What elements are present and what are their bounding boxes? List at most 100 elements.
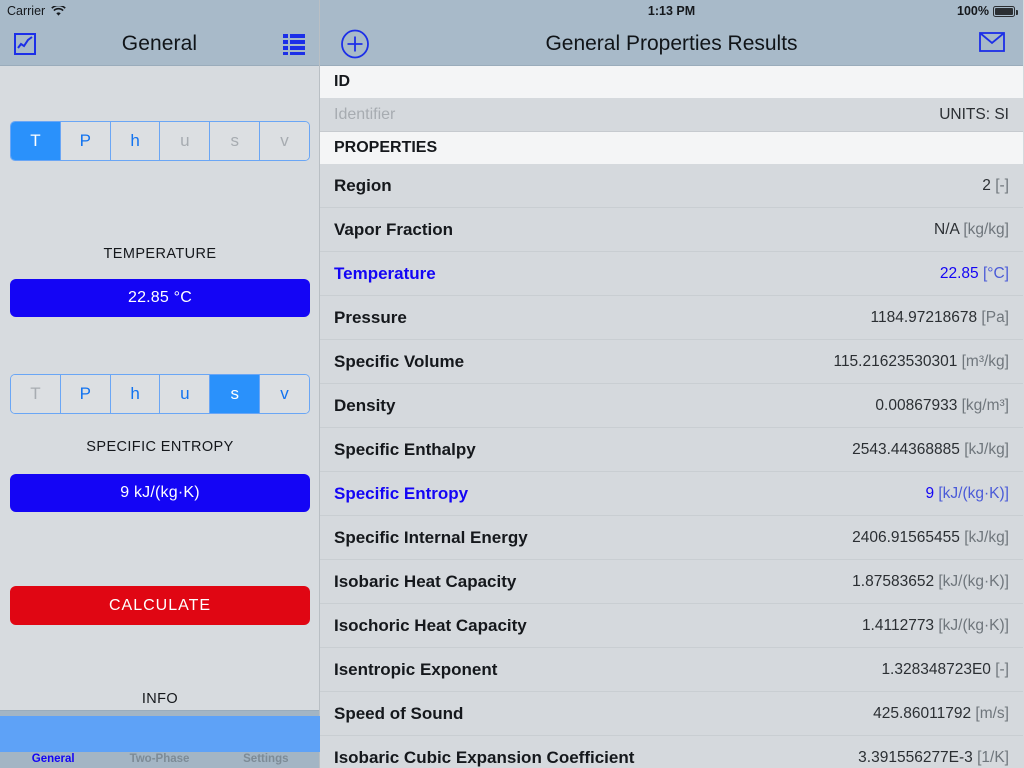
property-name: Pressure [334, 307, 407, 327]
section-header-properties: PROPERTIES [320, 132, 1023, 164]
info-label: INFO [141, 691, 179, 707]
tab-settings-label: Settings [243, 753, 289, 765]
property-unit: [-] [995, 660, 1009, 678]
property-unit: [m/s] [975, 704, 1009, 722]
app-root: Carrier General T P h u s v TEMPERATURE … [0, 0, 1024, 768]
primary-variable-caption: TEMPERATURE [103, 246, 217, 262]
table-row[interactable]: Isobaric Heat Capacity 1.87583652 [kJ/(kg… [320, 560, 1023, 604]
identifier-row[interactable]: Identifier UNITS: SI [320, 98, 1023, 132]
property-value: 2543.44368885 [kJ/kg] [852, 440, 1009, 458]
property-value: 0.00867933 [kg/m³] [875, 396, 1009, 414]
table-row[interactable]: Speed of Sound 425.86011792 [m/s] [320, 692, 1023, 736]
property-unit: [-] [995, 176, 1009, 194]
segment-option-s[interactable]: s [210, 122, 261, 160]
mail-icon[interactable] [979, 32, 1005, 57]
table-row[interactable]: Temperature 22.85 [°C] [320, 252, 1023, 296]
property-value: 1.328348723E0 [-] [881, 660, 1009, 678]
segment2-option-h[interactable]: h [110, 375, 161, 413]
property-unit: [°C] [982, 264, 1009, 282]
property-name: Speed of Sound [334, 703, 464, 723]
property-unit: [kJ/kg] [964, 440, 1009, 458]
property-value: 1.87583652 [kJ/(kg·K)] [852, 572, 1009, 590]
right-nav-title: General Properties Results [545, 31, 798, 55]
property-name: Region [334, 175, 392, 195]
table-row[interactable]: Isobaric Cubic Expansion Coefficient 3.39… [320, 736, 1023, 768]
table-row[interactable]: Specific Internal Energy 2406.91565455 [k… [320, 516, 1023, 560]
property-unit: [kJ/(kg·K)] [938, 616, 1009, 634]
segment2-option-s[interactable]: s [210, 375, 261, 413]
secondary-variable-caption: SPECIFIC ENTROPY [86, 439, 234, 455]
temperature-input[interactable]: 22.85 °C [10, 279, 310, 317]
property-unit: [kJ/kg] [964, 528, 1009, 546]
battery-full-icon [993, 5, 1018, 17]
info-banner[interactable] [0, 716, 320, 752]
segment2-option-T[interactable]: T [11, 375, 61, 413]
segment-option-u[interactable]: u [160, 122, 211, 160]
property-value: 9 [kJ/(kg·K)] [925, 484, 1009, 502]
segment-option-h[interactable]: h [110, 122, 161, 160]
property-unit: [m³/kg] [961, 352, 1009, 370]
units-label: UNITS: SI [939, 105, 1009, 123]
left-status-bar: Carrier [0, 0, 319, 22]
property-name: Isentropic Exponent [334, 659, 498, 679]
plus-circle-icon[interactable] [340, 29, 370, 64]
property-name: Vapor Fraction [334, 219, 454, 239]
property-unit: [kg/kg] [963, 220, 1009, 238]
battery-indicator: 100% [957, 0, 1018, 22]
entropy-input[interactable]: 9 kJ/(kg·K) [10, 474, 310, 512]
table-row[interactable]: Pressure 1184.97218678 [Pa] [320, 296, 1023, 340]
calculate-button[interactable]: CALCULATE [10, 586, 310, 625]
segment-option-P[interactable]: P [60, 122, 111, 160]
table-row[interactable]: Isochoric Heat Capacity 1.4112773 [kJ/(kg… [320, 604, 1023, 648]
segment-control-secondary[interactable]: T P h u s v [10, 374, 310, 414]
property-value: 22.85 [°C] [939, 264, 1009, 282]
table-row[interactable]: Vapor Fraction N/A [kg/kg] [320, 208, 1023, 252]
property-name: Specific Internal Energy [334, 527, 528, 547]
property-value: 1.4112773 [kJ/(kg·K)] [861, 616, 1009, 634]
battery-percent-label: 100% [957, 4, 989, 18]
segment2-option-v[interactable]: v [260, 375, 309, 413]
segment-option-T[interactable]: T [11, 122, 61, 160]
property-value: N/A [kg/kg] [934, 220, 1009, 238]
table-row[interactable]: Region 2 [-] [320, 164, 1023, 208]
left-panel: Carrier General T P h u s v TEMPERATURE … [0, 0, 320, 768]
wifi-icon [51, 5, 66, 17]
right-panel: 1:13 PM 100% General Properties Results [320, 0, 1023, 768]
property-value: 2 [-] [982, 176, 1009, 194]
property-name: Isobaric Cubic Expansion Coefficient [334, 747, 635, 767]
chart-icon[interactable] [10, 29, 40, 59]
property-name: Specific Enthalpy [334, 439, 476, 459]
property-name: Isochoric Heat Capacity [334, 615, 527, 635]
segment-control-primary[interactable]: T P h u s v [10, 121, 310, 161]
property-name: Temperature [334, 263, 436, 283]
left-nav-title: General [121, 31, 198, 55]
property-unit: [1/K] [977, 748, 1009, 766]
left-nav-bar: General [0, 22, 319, 66]
property-name: Density [334, 395, 396, 415]
clock-label: 1:13 PM [647, 4, 696, 18]
segment2-option-P[interactable]: P [60, 375, 111, 413]
table-row[interactable]: Density 0.00867933 [kg/m³] [320, 384, 1023, 428]
table-row[interactable]: Specific Enthalpy 2543.44368885 [kJ/kg] [320, 428, 1023, 472]
property-value: 3.391556277E-3 [1/K] [858, 748, 1009, 766]
properties-table: ID Identifier UNITS: SI PROPERTIES Regio… [320, 66, 1023, 768]
property-name: Specific Entropy [334, 483, 469, 503]
table-row[interactable]: Isentropic Exponent 1.328348723E0 [-] [320, 648, 1023, 692]
segment2-option-u[interactable]: u [160, 375, 211, 413]
list-icon[interactable] [279, 29, 309, 59]
property-name: Specific Volume [334, 351, 465, 371]
carrier-label: Carrier [7, 4, 46, 18]
tab-two-phase-label: Two-Phase [129, 753, 190, 765]
property-value: 425.86011792 [m/s] [873, 704, 1009, 722]
right-status-bar: 1:13 PM 100% [320, 0, 1023, 22]
section-header-id: ID [320, 66, 1023, 98]
property-unit: [kg/m³] [961, 396, 1009, 414]
segment-option-v[interactable]: v [260, 122, 309, 160]
right-nav-bar: General Properties Results [320, 22, 1023, 66]
property-unit: [kJ/(kg·K)] [938, 572, 1009, 590]
property-name: Isobaric Heat Capacity [334, 571, 517, 591]
property-value: 2406.91565455 [kJ/kg] [852, 528, 1009, 546]
table-row[interactable]: Specific Entropy 9 [kJ/(kg·K)] [320, 472, 1023, 516]
identifier-input[interactable]: Identifier [334, 106, 395, 124]
table-row[interactable]: Specific Volume 115.21623530301 [m³/kg] [320, 340, 1023, 384]
